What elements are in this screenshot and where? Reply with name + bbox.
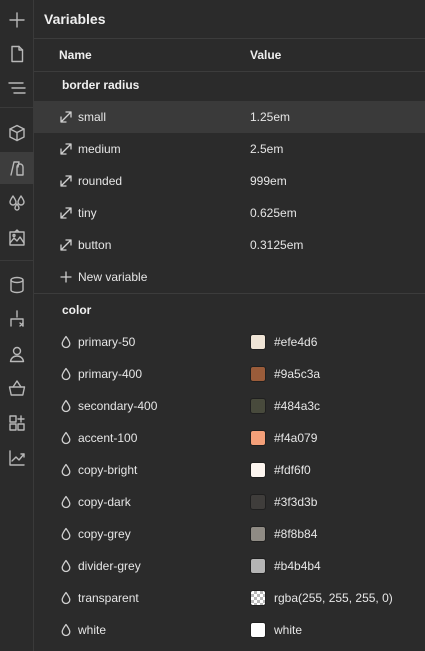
color-swatch <box>250 558 266 574</box>
variable-name: transparent <box>78 591 139 605</box>
variable-name: white <box>78 623 107 637</box>
variable-value: 0.625em <box>250 206 297 220</box>
variable-name: medium <box>78 142 121 156</box>
variables-panel: Variables Name Value border radius small… <box>34 0 425 651</box>
logic-icon[interactable] <box>0 303 34 335</box>
variable-name: primary-400 <box>78 367 143 381</box>
page-icon[interactable] <box>0 38 34 70</box>
group-title-color[interactable]: color <box>62 296 91 324</box>
new-variable-button[interactable]: New variable <box>34 261 425 293</box>
resize-icon <box>59 110 73 124</box>
variable-value: rgba(255, 255, 255, 0) <box>274 591 393 605</box>
new-variable-label: New variable <box>78 270 148 284</box>
components-icon[interactable] <box>0 117 34 149</box>
variable-row-copy-bright[interactable]: copy-bright #fdf6f0 <box>34 454 425 486</box>
variable-value: 1.25em <box>250 110 291 124</box>
add-icon[interactable] <box>0 4 34 36</box>
divider <box>34 38 425 39</box>
color-swatch <box>250 590 266 606</box>
variable-row-accent-100[interactable]: accent-100 #f4a079 <box>34 422 425 454</box>
group-title-border-radius[interactable]: border radius <box>62 71 139 99</box>
drop-icon <box>59 591 73 605</box>
variable-value: #efe4d6 <box>274 335 318 349</box>
color-swatch <box>250 494 266 510</box>
variable-row-rounded[interactable]: rounded 999em <box>34 165 425 197</box>
color-swatch <box>250 366 266 382</box>
variable-value: 0.3125em <box>250 238 304 252</box>
color-swatch <box>250 462 266 478</box>
variable-row-primary-50[interactable]: primary-50 #efe4d6 <box>34 326 425 358</box>
drop-icon <box>59 559 73 573</box>
variable-name: small <box>78 110 107 124</box>
variable-value: 999em <box>250 174 287 188</box>
variable-name: copy-dark <box>78 495 131 509</box>
column-header-value: Value <box>250 48 282 62</box>
color-swatch <box>250 430 266 446</box>
color-swatch <box>250 622 266 638</box>
navigator-icon[interactable] <box>0 72 34 104</box>
variable-value: #fdf6f0 <box>274 463 311 477</box>
resize-icon <box>59 142 73 156</box>
variable-value: #8f8b84 <box>274 527 318 541</box>
drop-icon <box>59 367 73 381</box>
resize-icon <box>59 206 73 220</box>
drop-icon <box>59 527 73 541</box>
database-icon[interactable] <box>0 269 34 301</box>
variable-row-tiny[interactable]: tiny 0.625em <box>34 197 425 229</box>
drop-icon <box>59 495 73 509</box>
variable-value: #9a5c3a <box>274 367 321 381</box>
variable-row-divider-grey[interactable]: divider-grey #b4b4b4 <box>34 550 425 582</box>
styles-icon[interactable] <box>0 187 34 219</box>
variable-value: #3f3d3b <box>274 495 318 509</box>
variable-name: tiny <box>78 206 97 220</box>
app-window: Variables Name Value border radius small… <box>0 0 425 651</box>
drop-icon <box>59 399 73 413</box>
variable-row-button[interactable]: button 0.3125em <box>34 229 425 261</box>
variable-value: 2.5em <box>250 142 284 156</box>
plus-icon <box>59 270 73 284</box>
resize-icon <box>59 238 73 252</box>
variable-name: copy-grey <box>78 527 131 541</box>
drop-icon <box>59 335 73 349</box>
insights-icon[interactable] <box>0 442 34 474</box>
drop-icon <box>59 463 73 477</box>
apps-icon[interactable] <box>0 407 34 439</box>
color-swatch <box>250 398 266 414</box>
variable-row-primary-400[interactable]: primary-400 #9a5c3a <box>34 358 425 390</box>
column-header-name: Name <box>59 48 92 62</box>
variable-value: #b4b4b4 <box>274 559 321 573</box>
panel-title: Variables <box>44 11 106 27</box>
color-swatch <box>250 334 266 350</box>
ecommerce-icon[interactable] <box>0 372 34 404</box>
variable-name: copy-bright <box>78 463 138 477</box>
variable-value: #484a3c <box>274 399 321 413</box>
variable-row-transparent[interactable]: transparent rgba(255, 255, 255, 0) <box>34 582 425 614</box>
drop-icon <box>59 431 73 445</box>
resize-icon <box>59 174 73 188</box>
variable-name: button <box>78 238 112 252</box>
variable-row-copy-dark[interactable]: copy-dark #3f3d3b <box>34 486 425 518</box>
variable-row-small[interactable]: small 1.25em <box>34 101 425 133</box>
variable-name: secondary-400 <box>78 399 158 413</box>
variable-name: accent-100 <box>78 431 138 445</box>
divider <box>34 293 425 294</box>
color-swatch <box>250 526 266 542</box>
drop-icon <box>59 623 73 637</box>
users-icon[interactable] <box>0 338 34 370</box>
variable-row-white[interactable]: white white <box>34 614 425 646</box>
variable-value: #f4a079 <box>274 431 318 445</box>
variable-name: rounded <box>78 174 123 188</box>
variable-row-copy-grey[interactable]: copy-grey #8f8b84 <box>34 518 425 550</box>
variables-icon[interactable] <box>0 152 34 184</box>
variable-name: primary-50 <box>78 335 136 349</box>
variable-name: divider-grey <box>78 559 141 573</box>
variable-row-secondary-400[interactable]: secondary-400 #484a3c <box>34 390 425 422</box>
variable-row-medium[interactable]: medium 2.5em <box>34 133 425 165</box>
variable-value: white <box>274 623 303 637</box>
assets-icon[interactable] <box>0 222 34 254</box>
left-toolbar <box>0 0 34 651</box>
